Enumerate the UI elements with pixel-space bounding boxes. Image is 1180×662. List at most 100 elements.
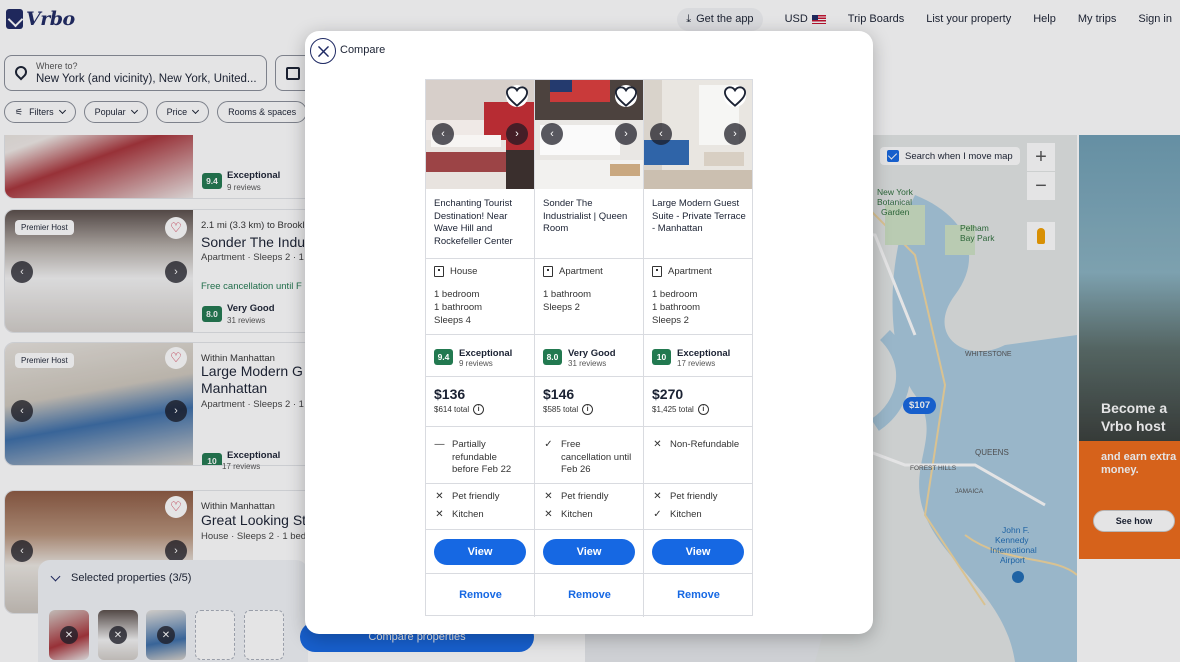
total-price-label: $1,425 total (652, 405, 694, 414)
chevron-left-icon[interactable]: ‹ (541, 123, 563, 145)
property-type-label: House (450, 266, 478, 277)
building-icon (434, 266, 444, 277)
divider (535, 376, 644, 377)
cancellation-policy: ✕ Non-Refundable (652, 439, 742, 452)
check-icon: ✓ (544, 439, 553, 450)
property-type: Apartment (543, 266, 603, 277)
amenity-kitchen: ✕ Kitchen (434, 509, 484, 520)
amenity-label: Pet friendly (452, 491, 500, 502)
amenity-label: Kitchen (561, 509, 593, 520)
info-icon[interactable]: i (582, 404, 594, 415)
cancellation-policy: ✓ Free cancellation until Feb 26 (543, 439, 633, 477)
chevron-right-icon[interactable]: › (506, 123, 528, 145)
divider (644, 376, 753, 377)
x-icon: ✕ (653, 439, 662, 450)
nightly-price: $270 (652, 386, 684, 402)
property-photo-wrap[interactable]: ‹ › (535, 80, 643, 189)
chevron-right-icon[interactable]: › (615, 123, 637, 145)
total-price-label: $585 total (543, 405, 579, 414)
rating-badge: 9.4 (434, 349, 453, 365)
amenity-pet-friendly: ✕ Pet friendly (652, 491, 717, 502)
remove-link[interactable]: Remove (426, 589, 535, 601)
room-details: 1 bathroom Sleeps 2 (543, 288, 591, 314)
compare-modal: Compare ‹ › Enchanting Tourist Destinati… (305, 31, 873, 634)
building-icon (652, 266, 662, 277)
amenity-pet-friendly: ✕ Pet friendly (434, 491, 500, 502)
amenity-pet-friendly: ✕ Pet friendly (543, 491, 609, 502)
divider (426, 426, 535, 427)
divider (426, 529, 535, 530)
property-title[interactable]: Large Modern Guest Suite - Private Terra… (652, 198, 748, 236)
rating: 10 Exceptional 17 reviews (652, 348, 730, 369)
divider (644, 529, 753, 530)
amenity-label: Pet friendly (561, 491, 609, 502)
info-icon[interactable]: i (697, 404, 709, 415)
divider (644, 426, 753, 427)
x-icon: ✕ (653, 491, 662, 502)
x-icon: ✕ (544, 491, 553, 502)
property-type: House (434, 266, 477, 277)
compare-column: ‹ › Large Modern Guest Suite - Private T… (644, 80, 753, 617)
room-detail: 1 bedroom (652, 289, 698, 300)
rating-label: Exceptional (677, 348, 731, 359)
favorite-button[interactable] (506, 85, 528, 107)
reviews-count: 31 reviews (568, 359, 607, 368)
chevron-left-icon[interactable]: ‹ (432, 123, 454, 145)
modal-title: Compare (340, 44, 386, 56)
room-detail: 1 bathroom (652, 302, 701, 313)
total-price: $1,425 total i (652, 404, 709, 415)
property-title[interactable]: Enchanting Tourist Destination! Near Wav… (434, 198, 530, 248)
rating: 9.4 Exceptional 9 reviews (434, 348, 512, 369)
rating: 8.0 Very Good 31 reviews (543, 348, 616, 369)
divider (535, 426, 644, 427)
view-button[interactable]: View (434, 539, 526, 565)
room-detail: Sleeps 4 (434, 315, 471, 326)
favorite-button[interactable] (615, 85, 637, 107)
close-button[interactable] (310, 38, 336, 64)
amenity-kitchen: ✕ Kitchen (543, 509, 593, 520)
room-details: 1 bedroom 1 bathroom Sleeps 2 (652, 288, 700, 327)
cancellation-policy: — Partially refundable before Feb 22 (434, 439, 524, 477)
property-photo-wrap[interactable]: ‹ › (644, 80, 752, 189)
x-icon: ✕ (544, 509, 553, 520)
cancellation-text: Non-Refundable (670, 439, 740, 450)
cancellation-text: Partially refundable before Feb 22 (452, 439, 512, 475)
divider (426, 483, 535, 484)
divider (426, 376, 535, 377)
rating-badge: 8.0 (543, 349, 562, 365)
x-icon: ✕ (435, 509, 444, 520)
compare-column: ‹ › Enchanting Tourist Destination! Near… (426, 80, 535, 617)
divider (535, 529, 644, 530)
room-detail: Sleeps 2 (652, 315, 689, 326)
total-price: $614 total i (434, 404, 485, 415)
nightly-price: $136 (434, 386, 466, 402)
rating-label: Very Good (568, 348, 616, 359)
divider (644, 258, 753, 259)
divider (426, 334, 535, 335)
divider (535, 573, 644, 574)
view-button[interactable]: View (543, 539, 635, 565)
total-price: $585 total i (543, 404, 594, 415)
divider (535, 483, 644, 484)
property-type-label: Apartment (559, 266, 603, 277)
property-photo-wrap[interactable]: ‹ › (426, 80, 534, 189)
chevron-right-icon[interactable]: › (724, 123, 746, 145)
x-icon: ✕ (435, 491, 444, 502)
info-icon[interactable]: i (473, 404, 485, 415)
property-title[interactable]: Sonder The Industrialist | Queen Room (543, 198, 639, 236)
remove-link[interactable]: Remove (535, 589, 644, 601)
dash-icon: — (434, 439, 445, 450)
amenity-label: Kitchen (452, 509, 484, 520)
favorite-button[interactable] (724, 85, 746, 107)
remove-link[interactable]: Remove (644, 589, 753, 601)
divider (535, 334, 644, 335)
divider (644, 573, 753, 574)
chevron-left-icon[interactable]: ‹ (650, 123, 672, 145)
amenity-kitchen: ✓ Kitchen (652, 509, 701, 520)
rating-badge: 10 (652, 349, 671, 365)
room-detail: 1 bathroom (434, 302, 483, 313)
view-button[interactable]: View (652, 539, 744, 565)
divider (426, 573, 535, 574)
property-type-label: Apartment (668, 266, 712, 277)
building-icon (543, 266, 553, 277)
